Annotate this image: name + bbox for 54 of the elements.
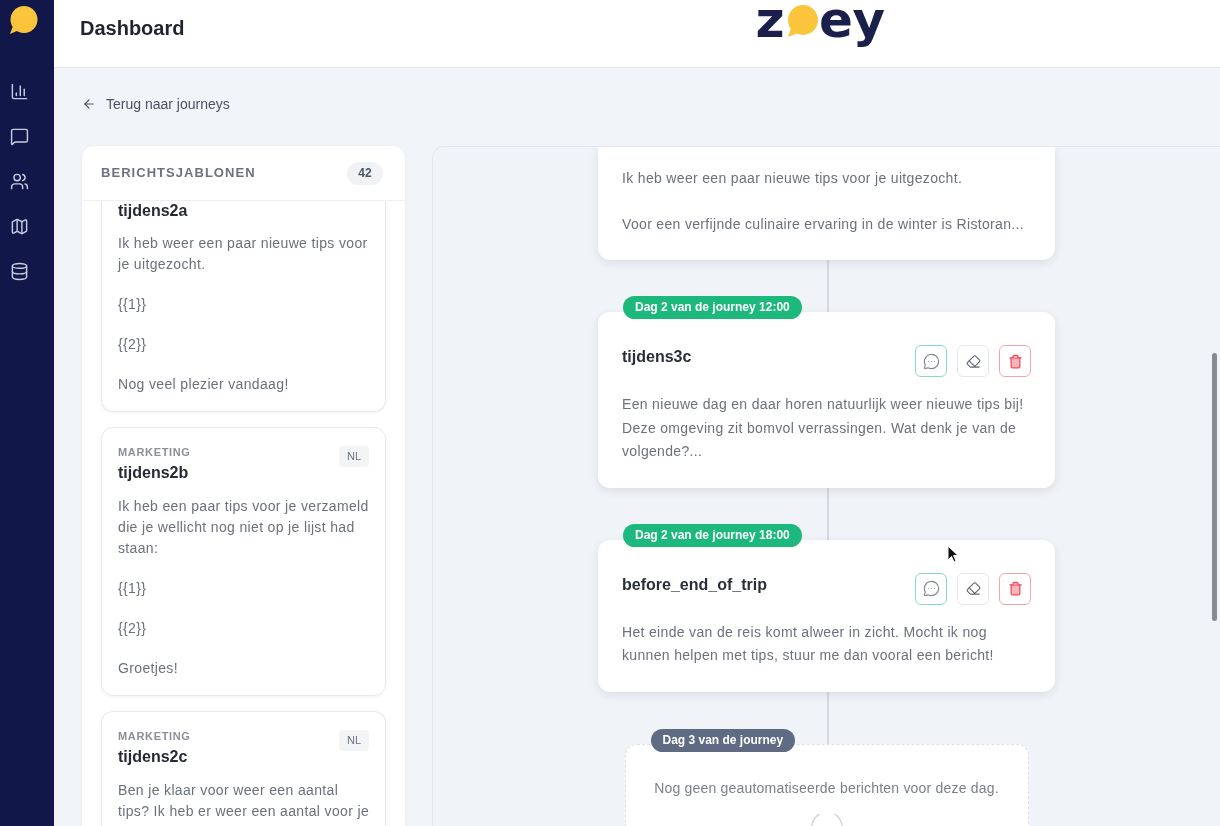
template-category: MARKETING bbox=[118, 445, 191, 460]
template-card[interactable]: tijdens2a Ik heb weer een paar nieuwe tips voor je uitgezocht. {{1}} {{2}} Nog veel plezier vandaag! bbox=[101, 201, 386, 412]
template-name: tijdens2a bbox=[118, 201, 188, 221]
delete-button[interactable] bbox=[999, 345, 1031, 377]
language-badge: NL bbox=[338, 730, 369, 751]
edit-button[interactable] bbox=[957, 572, 989, 605]
brand-logo: z ey bbox=[755, 0, 885, 51]
back-link[interactable]: Terug naar journeys bbox=[82, 94, 230, 114]
template-text: Ik heb weer een paar nieuwe tips voor je uitgezocht. bbox=[118, 234, 369, 274]
template-card[interactable]: MARKETING tijdens2c NL Ben je klaar voor weer een aantal tips? Ik heb er weer een aantal voor je bbox=[101, 711, 386, 826]
template-category: MARKETING bbox=[118, 729, 191, 744]
preview-button[interactable] bbox=[915, 345, 947, 377]
trash-icon bbox=[1007, 581, 1023, 596]
panel-title: BERICHTSJABLONEN bbox=[101, 164, 256, 183]
message-text: Voor een verfijnde culinaire ervaring in de winter is Ristoran... bbox=[622, 214, 1025, 234]
database-icon[interactable] bbox=[10, 262, 29, 281]
template-text: Ik heb een paar tips voor je verzameld die je wellicht nog niet op je lijst had staan: bbox=[118, 497, 369, 558]
template-text: {{1}} bbox=[118, 295, 148, 314]
scrollbar-thumb[interactable] bbox=[1212, 353, 1217, 621]
mouse-cursor-icon bbox=[947, 545, 959, 563]
chat-bubble-icon bbox=[922, 352, 940, 370]
edit-button[interactable] bbox=[957, 345, 989, 377]
page-title: Dashboard bbox=[80, 17, 185, 39]
chat-bubble-logo-icon[interactable] bbox=[9, 6, 38, 34]
template-text: {{1}} bbox=[118, 579, 148, 598]
template-card[interactable]: MARKETING tijdens2b NL Ik heb een paar tips voor je verzameld die je wellicht nog niet op je lijst had staan: {{1}} {{2}} Groetjes! bbox=[101, 427, 386, 696]
template-text: {{2}} bbox=[118, 619, 148, 638]
template-name: tijdens2c bbox=[118, 747, 189, 767]
message-icon[interactable] bbox=[10, 127, 29, 146]
chat-bubble-icon bbox=[922, 580, 940, 597]
day-label: Dag 3 van de journey bbox=[650, 728, 796, 752]
message-text: Een nieuwe dag en daar horen natuurlijk weer nieuwe tips bij! Deze omgeving zit bomvol verrassingen. Wat denk je van de volgende?... bbox=[622, 395, 1025, 461]
message-title: before_end_of_trip bbox=[622, 574, 767, 595]
empty-state-text: Nog geen geautomatiseerde berichten voor deze dag. bbox=[654, 778, 999, 798]
message-text: Het einde van de reis komt alweer in zicht. Mocht ik nog kunnen helpen met tips, stuur me dan vooral een bericht! bbox=[622, 622, 995, 665]
message-title: tijdens3c bbox=[622, 347, 692, 367]
template-text: Groetjes! bbox=[118, 659, 179, 678]
trash-icon bbox=[1007, 353, 1023, 369]
delete-button[interactable] bbox=[999, 572, 1031, 605]
users-icon[interactable] bbox=[10, 172, 29, 191]
template-text: Ben je klaar voor weer een aantal tips? Ik heb er weer een aantal voor je bbox=[118, 781, 369, 821]
template-text: {{2}} bbox=[118, 335, 148, 354]
preview-button[interactable] bbox=[915, 572, 947, 605]
template-name: tijdens2b bbox=[118, 463, 190, 483]
map-icon[interactable] bbox=[10, 217, 29, 236]
eraser-icon bbox=[965, 581, 981, 596]
eraser-icon bbox=[965, 353, 981, 369]
day-label: Dag 2 van de journey 18:00 bbox=[623, 523, 802, 547]
count-badge: 42 bbox=[347, 161, 383, 185]
template-text: Nog veel plezier vandaag! bbox=[118, 375, 290, 394]
language-badge: NL bbox=[338, 446, 369, 467]
bar-chart-icon[interactable] bbox=[10, 82, 29, 101]
message-text: Ik heb weer een paar nieuwe tips voor je uitgezocht. bbox=[622, 169, 964, 188]
day-label: Dag 2 van de journey 12:00 bbox=[623, 296, 802, 319]
